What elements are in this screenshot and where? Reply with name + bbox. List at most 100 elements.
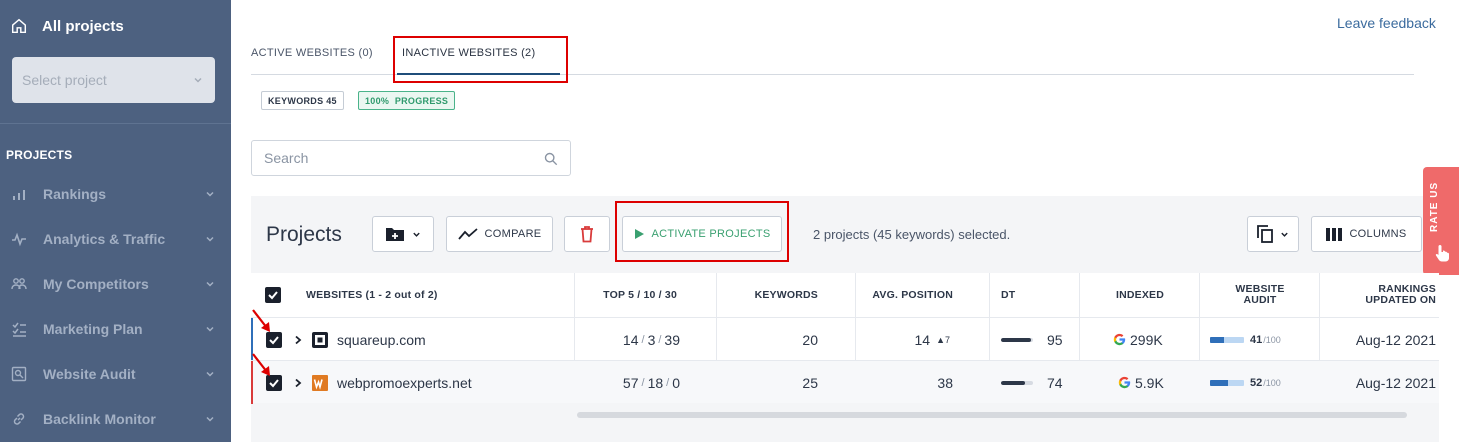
- dt-cell: 74: [1001, 361, 1063, 404]
- squareup-favicon-icon: [312, 332, 328, 348]
- sidebar-item-label: Backlink Monitor: [43, 411, 156, 427]
- bar-chart-icon: [10, 185, 28, 203]
- compare-label: COMPARE: [484, 228, 542, 240]
- header-dt[interactable]: DT: [1001, 273, 1061, 317]
- avg-position-cell: 14 ▲7: [857, 318, 951, 361]
- columns-button[interactable]: COLUMNS: [1311, 216, 1422, 252]
- chevron-right-icon[interactable]: [293, 335, 303, 345]
- site-name[interactable]: webpromoexperts.net: [337, 361, 472, 404]
- panel-title: Projects: [266, 223, 342, 246]
- google-icon: [1118, 376, 1131, 389]
- copy-icon: [1257, 225, 1273, 243]
- sidebar-item-label: Website Audit: [43, 366, 136, 382]
- sidebar-item-label: Analytics & Traffic: [43, 231, 166, 247]
- delete-button[interactable]: [564, 216, 610, 252]
- header-avg-position[interactable]: AVG. POSITION: [857, 273, 953, 317]
- horizontal-scrollbar[interactable]: [577, 412, 1407, 418]
- dt-value: 74: [1047, 374, 1063, 391]
- audit-bar-fill: [1210, 336, 1224, 343]
- link-icon: [10, 410, 28, 428]
- compare-button[interactable]: COMPARE: [446, 216, 553, 252]
- sidebar-item-website-audit[interactable]: Website Audit: [10, 362, 215, 386]
- audit-max: /100: [1263, 334, 1281, 345]
- avg-position-value: 38: [937, 374, 953, 391]
- checklist-icon: [10, 320, 28, 338]
- audit-bar: [1210, 336, 1244, 343]
- avg-position-delta: ▲7: [936, 334, 950, 345]
- sidebar-item-backlink-monitor[interactable]: Backlink Monitor: [10, 407, 215, 431]
- header-top[interactable]: TOP 5 / 10 / 30: [575, 273, 677, 317]
- top-separator: /: [641, 333, 645, 346]
- updated-value: Aug-12 2021: [1355, 374, 1436, 391]
- keywords-value: 25: [802, 374, 818, 391]
- chevron-down-icon: [206, 191, 214, 197]
- sidebar-item-marketing-plan[interactable]: Marketing Plan: [10, 317, 215, 341]
- all-projects-link[interactable]: All projects: [10, 17, 124, 35]
- copy-dropdown-button[interactable]: [1247, 216, 1299, 252]
- header-websites[interactable]: WEBSITES (1 - 2 out of 2): [306, 273, 566, 317]
- website-audit-cell[interactable]: 52/100: [1210, 361, 1281, 404]
- header-keywords[interactable]: KEYWORDS: [717, 273, 818, 317]
- annotation-arrow-icon: [252, 309, 270, 332]
- top30-value: 39: [664, 331, 680, 348]
- sidebar-item-competitors[interactable]: My Competitors: [10, 272, 215, 296]
- sidebar-item-label: My Competitors: [43, 276, 149, 292]
- pulse-icon: [10, 230, 28, 248]
- dt-cell: 95: [1001, 318, 1063, 361]
- leave-feedback-link[interactable]: Leave feedback: [1337, 15, 1436, 31]
- add-to-folder-button[interactable]: [372, 216, 434, 252]
- top-values: 14/3/39: [575, 318, 680, 361]
- audit-max: /100: [1263, 377, 1281, 388]
- avg-position-value: 14: [914, 331, 931, 348]
- header-indexed[interactable]: INDEXED: [1080, 273, 1200, 317]
- folder-plus-icon: [386, 228, 404, 241]
- search-input[interactable]: Search: [251, 140, 571, 176]
- chevron-down-icon: [206, 416, 214, 422]
- sidebar-item-analytics[interactable]: Analytics & Traffic: [10, 227, 215, 251]
- header-website-audit[interactable]: WEBSITE AUDIT: [1201, 273, 1319, 317]
- chevron-right-icon[interactable]: [293, 378, 303, 388]
- select-project-placeholder: Select project: [22, 72, 107, 88]
- webpromoexperts-favicon-icon: [312, 375, 328, 391]
- audit-value: 52: [1250, 376, 1263, 389]
- home-icon: [11, 18, 27, 34]
- website-audit-cell[interactable]: 41/100: [1210, 318, 1281, 361]
- select-all-checkbox[interactable]: [265, 287, 281, 303]
- audit-search-icon: [10, 365, 28, 383]
- dt-bar-fill: [1001, 380, 1025, 385]
- top-separator: /: [666, 376, 670, 389]
- header-rankings-updated[interactable]: RANKINGS UPDATED ON: [1321, 273, 1436, 317]
- dt-bar-fill: [1001, 337, 1032, 342]
- table-row[interactable]: squareup.com 14/3/39 20 14 ▲7 95 299K 41/…: [251, 317, 1439, 361]
- progress-chip: 100% PROGRESS: [358, 91, 456, 110]
- avg-position-cell: 38: [857, 361, 953, 404]
- sidebar-item-label: Rankings: [43, 186, 107, 202]
- top30-value: 0: [672, 374, 680, 391]
- sidebar: All projects Select project PROJECTS Ran…: [0, 0, 231, 442]
- trash-icon: [581, 226, 593, 243]
- select-project-dropdown[interactable]: Select project: [12, 57, 215, 103]
- dt-bar: [1001, 337, 1033, 342]
- updated-value: Aug-12 2021: [1355, 331, 1436, 348]
- table-row[interactable]: webpromoexperts.net 57/18/0 25 38 74 5.9…: [251, 360, 1439, 404]
- top10-value: 3: [647, 331, 656, 348]
- top-separator: /: [658, 333, 662, 346]
- indexed-value: 5.9K: [1135, 374, 1164, 391]
- site-name[interactable]: squareup.com: [337, 318, 426, 361]
- search-placeholder: Search: [264, 150, 309, 166]
- sidebar-heading: PROJECTS: [6, 148, 73, 162]
- annotation-arrow-icon: [252, 353, 270, 376]
- sidebar-item-rankings[interactable]: Rankings: [10, 182, 215, 206]
- users-icon: [10, 275, 28, 293]
- rate-us-label[interactable]: RATE US: [1429, 182, 1440, 232]
- keywords-value: 20: [802, 331, 818, 348]
- chevron-down-icon: [206, 236, 214, 242]
- google-icon: [1113, 333, 1126, 346]
- app-root: All projects Select project PROJECTS Ran…: [0, 0, 1459, 442]
- tab-active-websites[interactable]: ACTIVE WEBSITES (0): [251, 47, 373, 59]
- search-icon: [544, 152, 558, 166]
- selection-info: 2 projects (45 keywords) selected.: [813, 227, 1011, 242]
- indexed-cell: 299K: [1113, 318, 1163, 361]
- chevron-down-icon: [206, 371, 214, 377]
- highlight-box-tab: [393, 36, 568, 83]
